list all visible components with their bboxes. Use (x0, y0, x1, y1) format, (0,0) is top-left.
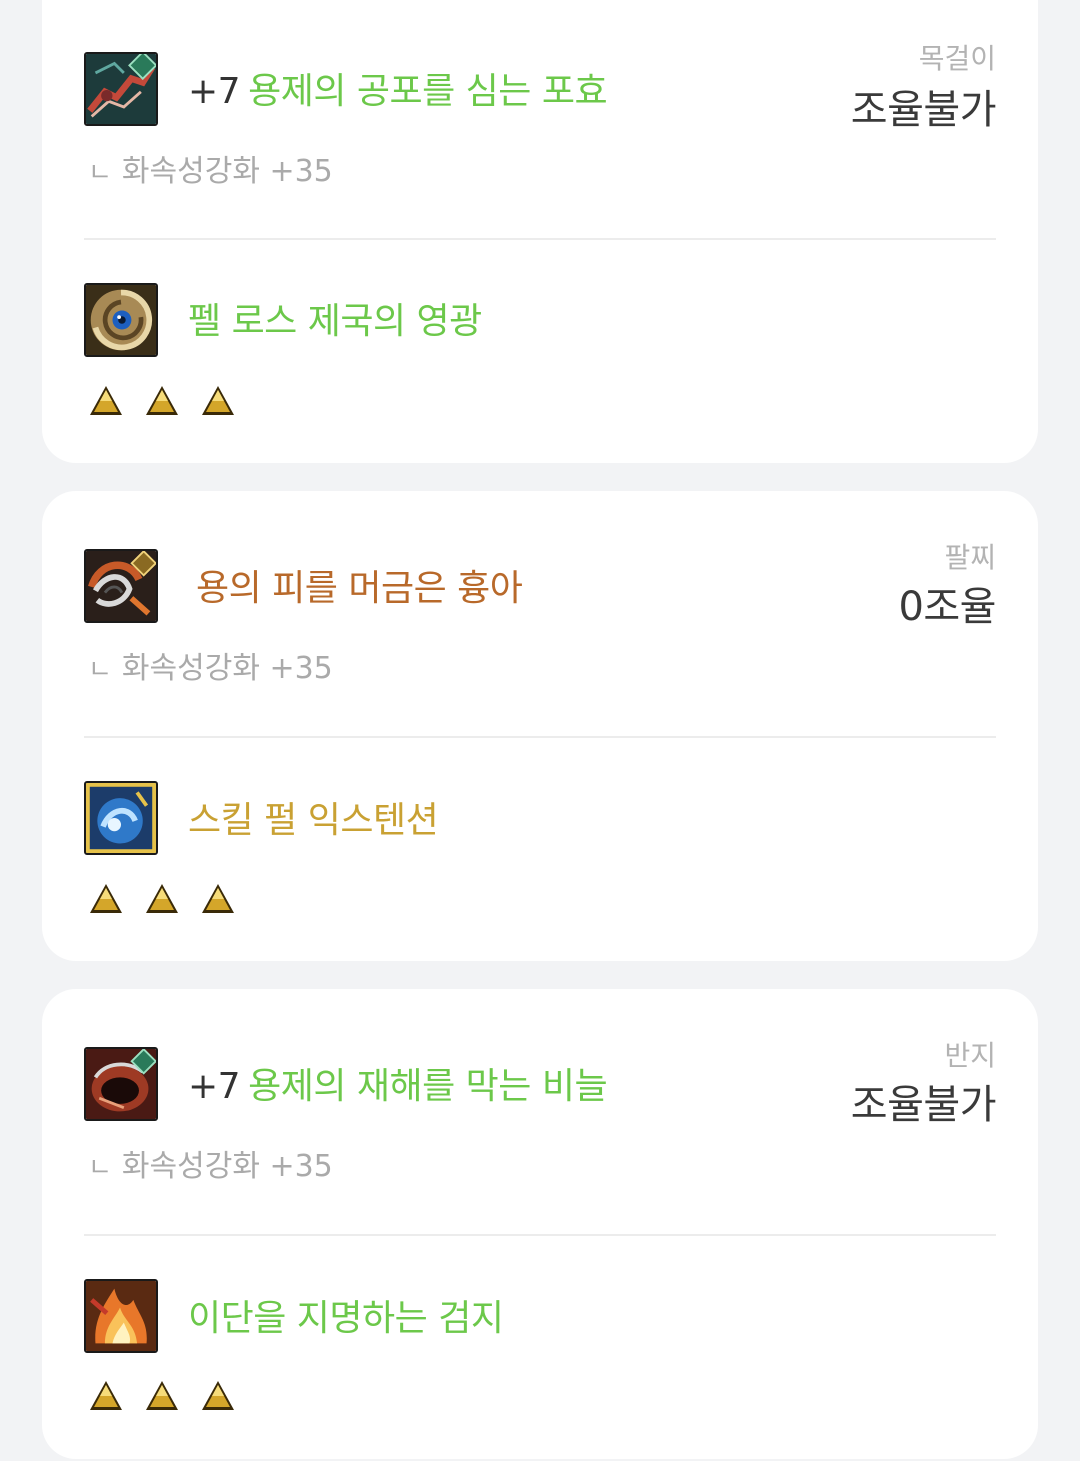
sub-mark: ㄴ (88, 158, 112, 188)
creature-name-text: 펠 로스 제국의 영광 (188, 301, 482, 342)
tune-status: 조율불가 (850, 87, 997, 133)
creature-name-text: 이단을 지명하는 검지 (188, 1298, 504, 1339)
tune-status: 0조율 (898, 584, 996, 630)
triangle-row (88, 882, 236, 918)
slot-label: 목걸이 (918, 42, 996, 75)
equipment-card-ring[interactable]: +7 용제의 재해를 막는 비늘 반지 조율불가 ㄴ 화속성강화 +35 이단을 지… (42, 989, 1038, 1459)
element-enhance-text: 화속성강화 +35 (121, 154, 333, 189)
item-name[interactable]: +7 용제의 재해를 막는 비늘 (188, 1065, 608, 1109)
dragon-bracelet-icon[interactable] (84, 549, 158, 623)
eye-vortex-icon[interactable] (84, 283, 158, 357)
element-enhance-text: 화속성강화 +35 (121, 1149, 333, 1184)
element-enhance-line: ㄴ 화속성강화 +35 (88, 1149, 333, 1186)
divider (84, 736, 996, 738)
creature-name[interactable]: 펠 로스 제국의 영광 (188, 300, 482, 344)
slot-label: 팔찌 (944, 541, 996, 574)
scale-ring-icon[interactable] (84, 1047, 158, 1121)
triangle-icon (200, 882, 236, 916)
flame-finger-icon[interactable] (84, 1279, 158, 1353)
creature-name[interactable]: 이단을 지명하는 검지 (188, 1297, 504, 1341)
triangle-icon (88, 384, 124, 418)
equipment-card-necklace[interactable]: +7 용제의 공포를 심는 포효 목걸이 조율불가 ㄴ 화속성강화 +35 펠 로스… (42, 0, 1038, 463)
element-enhance-line: ㄴ 화속성강화 +35 (88, 651, 333, 688)
element-enhance-line: ㄴ 화속성강화 +35 (88, 154, 333, 191)
item-name[interactable]: 용의 피를 머금은 흉아 (196, 567, 523, 611)
slot-label: 반지 (944, 1039, 996, 1072)
triangle-icon (200, 384, 236, 418)
sub-mark: ㄴ (88, 655, 112, 685)
triangle-row (88, 384, 236, 420)
reinforce-level: +7 (188, 1066, 241, 1107)
divider (84, 238, 996, 240)
item-name-text: 용제의 재해를 막는 비늘 (248, 1066, 608, 1107)
creature-name[interactable]: 스킬 펄 익스텐션 (188, 799, 439, 843)
dragon-necklace-icon[interactable] (84, 52, 158, 126)
sub-mark: ㄴ (88, 1153, 112, 1183)
item-name[interactable]: +7 용제의 공포를 심는 포효 (188, 70, 608, 114)
reinforce-level: +7 (188, 71, 241, 112)
divider (84, 1234, 996, 1236)
tune-status: 조율불가 (850, 1082, 997, 1128)
triangle-icon (144, 1379, 180, 1413)
triangle-row (88, 1379, 236, 1415)
triangle-icon (144, 384, 180, 418)
triangle-icon (88, 882, 124, 916)
equipment-card-bracelet[interactable]: 용의 피를 머금은 흉아 팔찌 0조율 ㄴ 화속성강화 +35 스킬 펄 익스텐션 (42, 491, 1038, 961)
item-name-text: 용제의 공포를 심는 포효 (248, 71, 608, 112)
item-name-text: 용의 피를 머금은 흉아 (196, 568, 523, 609)
blue-pearl-icon[interactable] (84, 781, 158, 855)
triangle-icon (88, 1379, 124, 1413)
element-enhance-text: 화속성강화 +35 (121, 651, 333, 686)
triangle-icon (144, 882, 180, 916)
creature-name-text: 스킬 펄 익스텐션 (188, 800, 439, 841)
triangle-icon (200, 1379, 236, 1413)
